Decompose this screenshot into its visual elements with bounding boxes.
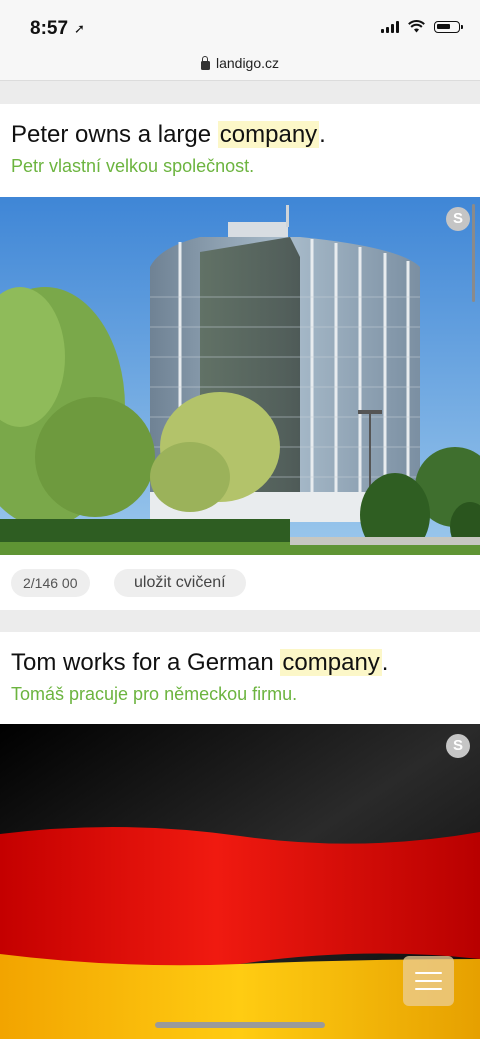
battery-icon xyxy=(434,20,463,33)
translation-text: Petr vlastní velkou společnost. xyxy=(11,156,255,176)
save-exercise-button[interactable]: uložit cvičení xyxy=(114,569,246,597)
highlighted-word[interactable]: company xyxy=(280,649,382,676)
hamburger-icon-line xyxy=(415,988,442,990)
source-badge[interactable]: S xyxy=(446,207,470,231)
sentence-card: Tom works for a German company. Tomáš pr… xyxy=(0,632,480,724)
source-badge[interactable]: S xyxy=(446,734,470,758)
exercise-meta-row: 2/146 00 uložit cvičení xyxy=(0,555,480,610)
sentence-text: Peter owns a large company. xyxy=(11,120,469,150)
sentence-part: . xyxy=(319,121,326,148)
cellular-signal-icon xyxy=(381,20,399,33)
status-bar: 8:57 ➚ xyxy=(0,0,480,46)
progress-counter: 2/146 00 xyxy=(11,569,90,597)
home-indicator[interactable] xyxy=(155,1022,325,1028)
hamburger-icon-line xyxy=(415,972,442,974)
time-label: 8:57 xyxy=(30,18,69,39)
scrollbar[interactable] xyxy=(472,204,475,302)
hamburger-icon-line xyxy=(415,980,442,982)
clock: 8:57 ➚ xyxy=(30,18,85,40)
office-building-image: S xyxy=(0,197,480,555)
sentence-part: . xyxy=(381,649,389,676)
location-arrow-icon: ➚ xyxy=(74,21,85,36)
status-icons xyxy=(381,20,463,33)
wifi-icon xyxy=(408,20,425,33)
url-text: landigo.cz xyxy=(215,55,280,71)
address-bar[interactable]: landigo.cz xyxy=(0,46,480,81)
menu-button[interactable] xyxy=(403,956,454,1006)
translation-text: Tomáš pracuje pro německou firmu. xyxy=(11,684,298,704)
sentence-part: Peter owns a large xyxy=(11,121,218,148)
highlighted-word[interactable]: company xyxy=(217,121,320,148)
sentence-part: Tom works for a German xyxy=(11,649,281,676)
sentence-text: Tom works for a German company. xyxy=(11,648,469,678)
lock-icon xyxy=(200,55,210,70)
sentence-card: Peter owns a large company. Petr vlastní… xyxy=(0,104,480,197)
